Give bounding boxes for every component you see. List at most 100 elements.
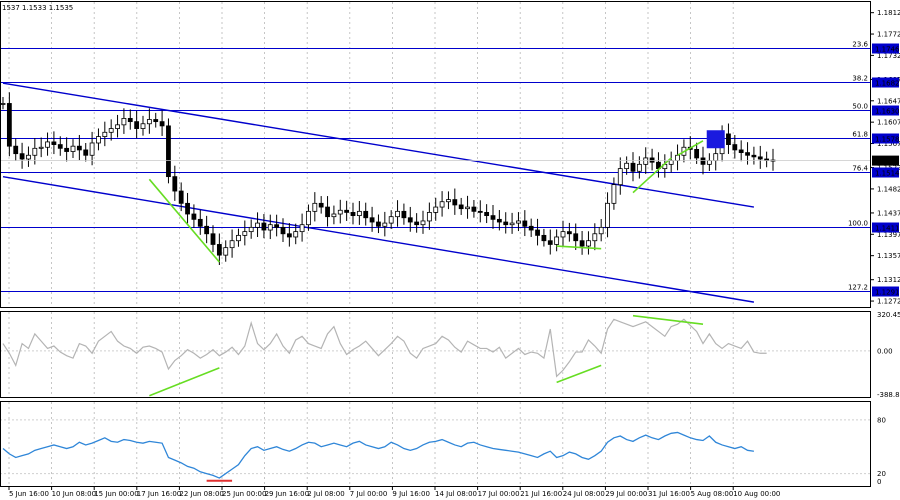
candle-body — [420, 220, 426, 226]
candle-body — [76, 145, 82, 151]
candle-body — [592, 233, 598, 242]
time-tick-label: 17 Jul 00:00 — [478, 490, 520, 498]
candle-body — [166, 125, 171, 178]
candle-body — [369, 217, 375, 223]
candle-body — [649, 157, 655, 163]
candle-body — [611, 184, 617, 204]
time-tick-label: 7 Jul 00:00 — [350, 490, 388, 498]
candle-body — [140, 123, 146, 129]
price-tick-label: 1.1357 — [877, 252, 900, 260]
candle-body — [223, 247, 229, 256]
candle-body — [605, 202, 610, 228]
candle-body — [643, 157, 649, 165]
candle-body — [96, 136, 101, 144]
candle-body — [452, 199, 458, 206]
fib-level-label: 50.0 — [852, 103, 868, 111]
candle-body — [535, 229, 540, 236]
time-tick-label: 9 Jul 16:00 — [392, 490, 430, 498]
candle-body — [465, 206, 470, 210]
candle-body — [312, 202, 318, 212]
candle-body — [13, 145, 19, 155]
candle-body — [299, 224, 305, 233]
candle-body — [197, 218, 203, 227]
candle-body — [134, 121, 140, 129]
highlight-marker — [706, 130, 725, 149]
fib-level-label: 100.0 — [848, 220, 868, 228]
candle-body — [738, 149, 744, 153]
candle-body — [751, 154, 757, 158]
price-tick-label: 1.1312 — [877, 276, 900, 284]
candle-body — [45, 141, 50, 148]
time-tick-label: 29 Jun 16:00 — [265, 490, 309, 498]
price-readout: 1537 1.1533 1.1535 — [2, 4, 73, 12]
candle-body — [376, 221, 381, 227]
time-tick-label: 10 Jun 08:00 — [52, 490, 96, 498]
candle-body — [363, 210, 369, 219]
candle-body — [274, 224, 280, 228]
price-tick-label: 1.1812 — [877, 9, 900, 17]
candle-body — [528, 225, 534, 231]
level-price-label: 1.1578 — [875, 136, 900, 144]
candle-body — [547, 240, 553, 245]
candle-body — [503, 221, 509, 226]
price-tick-label: 1.1647 — [877, 97, 900, 105]
candle-body — [490, 215, 496, 220]
candle-body — [267, 224, 273, 231]
candle-body — [210, 233, 216, 245]
candle-body — [356, 210, 362, 217]
candle-body — [255, 222, 260, 228]
candle-body — [191, 213, 197, 220]
candle-body — [121, 118, 127, 126]
level-price-label: 1.1630 — [875, 108, 900, 116]
candle-body — [261, 222, 267, 231]
candle-body — [401, 210, 407, 219]
candle-body — [216, 244, 222, 256]
candle-body — [127, 118, 133, 123]
fib-level-label: 23.6 — [852, 41, 868, 49]
candle-body — [115, 124, 120, 129]
candle-body — [382, 222, 388, 227]
time-tick-label: 15 Jun 00:00 — [94, 490, 138, 498]
candle-body — [458, 204, 464, 210]
candle-body — [306, 210, 311, 226]
candle-body — [636, 163, 642, 172]
candle-body — [694, 148, 700, 159]
candle-body — [554, 236, 560, 245]
candle-body — [598, 226, 604, 235]
candle-body — [337, 209, 343, 215]
candle-body — [617, 168, 623, 186]
candle-body — [57, 144, 63, 149]
candle-body — [26, 154, 31, 160]
time-tick-label: 31 Jul 16:00 — [648, 490, 690, 498]
fib-level-label: 76.4 — [852, 165, 868, 173]
candle-body — [89, 142, 95, 156]
candle-body — [51, 141, 57, 145]
candle-body — [325, 206, 330, 218]
candle-body — [83, 149, 89, 156]
time-tick-label: 10 Aug 00:00 — [733, 490, 780, 498]
candle-body — [668, 160, 674, 165]
candle-body — [541, 234, 547, 242]
price-tick-label: 1.1482 — [877, 185, 900, 193]
candle-body — [726, 133, 731, 145]
candle-body — [566, 231, 572, 235]
candle-body — [204, 225, 210, 235]
candle-body — [236, 234, 241, 242]
rsi-tick-label: 80 — [877, 416, 886, 424]
candle-body — [178, 190, 184, 204]
level-price-label: 1.1682 — [875, 80, 900, 88]
candle-body — [159, 121, 165, 127]
candle-body — [38, 146, 44, 149]
candle-body — [344, 209, 350, 213]
candle-body — [745, 152, 750, 156]
candle-body — [0, 103, 6, 105]
candle-body — [331, 213, 337, 218]
rsi-tick-label: 0 — [877, 478, 881, 486]
candle-body — [248, 226, 254, 233]
candle-body — [32, 147, 38, 156]
candle-body — [446, 199, 451, 203]
oscillator-tick-label: 0.00 — [877, 347, 893, 355]
candle-body — [350, 212, 356, 217]
fib-level-label: 38.2 — [852, 75, 868, 83]
time-tick-label: 5 Aug 08:00 — [691, 490, 734, 498]
